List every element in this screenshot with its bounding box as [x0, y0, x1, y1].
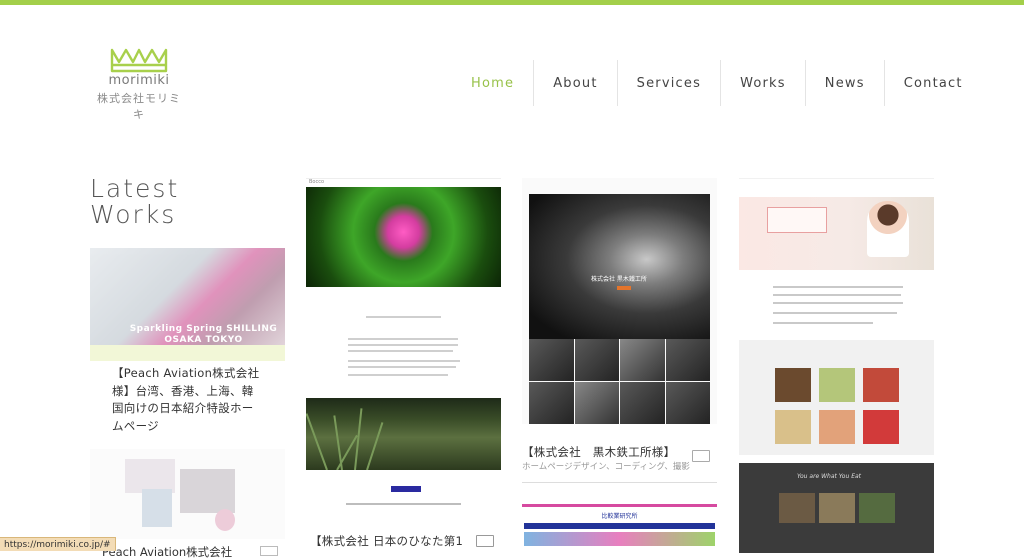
site-logo[interactable]: morimiki 株式会社モリミキ	[92, 44, 186, 122]
thumbnail-text-block	[739, 270, 934, 340]
pineapple-image	[306, 398, 501, 470]
flower-image	[306, 187, 501, 287]
thumbnail-hero-text: 株式会社 黒木鐵工所	[591, 276, 647, 283]
work-thumbnail[interactable]	[739, 178, 934, 270]
work-thumbnail[interactable]: Bocco	[306, 178, 501, 288]
heading-line-1: Latest	[90, 174, 180, 203]
thumbnail-text-block	[306, 288, 501, 398]
logo-company-name: 株式会社モリミキ	[97, 92, 181, 121]
work-card-peach[interactable]: Sparkling Spring SHILLING OSAKA TOKYO 【P…	[90, 248, 285, 559]
thumbnail-title: 比較業研究所	[601, 513, 638, 520]
work-subtitle: ホームページデザイン、コーディング、撮影	[522, 462, 690, 472]
thumbnail-slate-text: You are What You Eat	[797, 473, 862, 480]
thumbnail-banner	[90, 345, 285, 361]
work-thumbnail[interactable]: Sparkling Spring SHILLING OSAKA TOKYO	[90, 248, 285, 361]
nav-home[interactable]: Home	[452, 60, 533, 106]
nav-services[interactable]: Services	[616, 60, 720, 106]
top-accent-bar	[0, 0, 1024, 5]
logo-wordmark: morimiki	[108, 73, 170, 88]
thumbnail-photo-grid	[529, 339, 710, 424]
work-title[interactable]: 【株式会社 黒木鉄工所様】	[522, 444, 675, 460]
crown-icon	[110, 48, 168, 73]
nav-news[interactable]: News	[804, 60, 884, 106]
monitor-icon	[476, 535, 494, 547]
machine-image: 株式会社 黒木鐵工所	[529, 194, 710, 339]
work-thumbnail[interactable]: 株式会社 黒木鐵工所	[522, 178, 717, 424]
heading-line-2: Works	[90, 200, 177, 229]
nav-works[interactable]: Works	[720, 60, 805, 106]
food-grid-image	[739, 340, 934, 455]
monitor-icon	[692, 450, 710, 462]
thumbnail-caption: Sparkling Spring SHILLING OSAKA TOKYO	[129, 324, 278, 345]
monitor-icon	[260, 546, 278, 556]
thumbnail-brand: Bocco	[309, 179, 325, 185]
nav-about[interactable]: About	[533, 60, 616, 106]
work-card-hinata[interactable]: Bocco 【株式会社 日本のひなた第1	[306, 178, 501, 548]
work-thumbnail-hikaku[interactable]: 比較業研究所	[522, 504, 717, 554]
main-nav: Home About Services Works News Contact	[452, 60, 982, 106]
thumbnail-footer	[306, 470, 501, 526]
person-image	[867, 201, 909, 257]
divider	[522, 482, 717, 483]
work-thumbnail-slate[interactable]: You are What You Eat	[739, 463, 934, 553]
work-thumbnail-2[interactable]	[90, 449, 285, 539]
work-title[interactable]: 【株式会社 日本のひなた第1	[310, 533, 463, 549]
nav-contact[interactable]: Contact	[883, 60, 982, 106]
work-title-2[interactable]: Peach Aviation株式会社	[102, 544, 232, 560]
work-card-kuroki[interactable]: 株式会社 黒木鐵工所 【株式会社 黒木鉄工所様】 ホームページデザイン、コーディ…	[522, 178, 717, 554]
latest-works-heading: Latest Works	[90, 176, 179, 228]
status-bar-url: https://morimiki.co.jp/#	[0, 537, 116, 551]
work-card-shoku[interactable]: You are What You Eat	[739, 178, 934, 553]
work-title[interactable]: 【Peach Aviation株式会社様】台湾、香港、上海、韓国向けの日本紹介特…	[90, 365, 285, 435]
